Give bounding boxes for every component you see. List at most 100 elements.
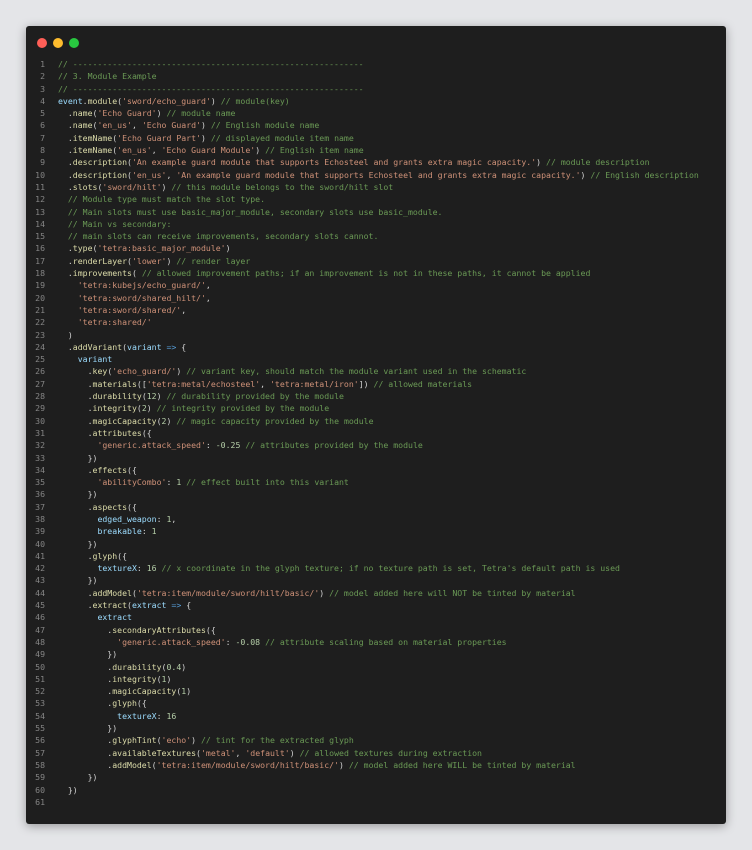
- line-text: event.module('sword/echo_guard') // modu…: [58, 95, 290, 106]
- line-number: 19: [35, 280, 45, 291]
- code-editor[interactable]: 1 // ------------------------------------…: [26, 58, 726, 808]
- line-number: 34: [35, 464, 45, 475]
- code-line: 11 .slots('sword/hilt') // this module b…: [26, 181, 726, 193]
- code-line: 2 // 3. Module Example: [26, 70, 726, 82]
- code-line: 41 .glyph({: [26, 550, 726, 562]
- line-number: 49: [35, 649, 45, 660]
- code-line: 60 }): [26, 784, 726, 796]
- line-number: 31: [35, 427, 45, 438]
- line-number: 20: [35, 292, 45, 303]
- line-number: 38: [35, 513, 45, 524]
- line-text: }): [58, 575, 98, 586]
- code-line: 35 'abilityCombo': 1 // effect built int…: [26, 476, 726, 488]
- line-number: 12: [35, 194, 45, 205]
- line-text: .addModel('tetra:item/module/sword/hilt/…: [58, 587, 576, 598]
- line-text: [58, 796, 726, 808]
- line-text: edged_weapon: 1,: [97, 513, 177, 524]
- line-text: }): [58, 538, 98, 549]
- line-number: 57: [35, 747, 45, 758]
- line-text: }): [58, 772, 98, 783]
- line-text: .itemName('Echo Guard Part') // displaye…: [58, 132, 354, 143]
- code-line: 34 .effects({: [26, 464, 726, 476]
- line-text: extract: [97, 612, 132, 623]
- line-number: 55: [35, 723, 45, 734]
- line-text: .integrity(1): [58, 673, 172, 684]
- code-line: 45 .extract(extract => {: [26, 599, 726, 611]
- code-line: 53 .glyph({: [26, 697, 726, 709]
- close-button[interactable]: [37, 38, 47, 48]
- code-line: 46 extract: [26, 611, 726, 623]
- line-text: .materials(['tetra:metal/echosteel', 'te…: [58, 378, 473, 389]
- code-line: 12 // Module type must match the slot ty…: [26, 193, 726, 205]
- line-text: .attributes({: [58, 427, 152, 438]
- code-line: 43 }): [26, 574, 726, 586]
- line-text: .name('Echo Guard') // module name: [58, 108, 236, 119]
- line-text: .effects({: [58, 464, 137, 475]
- code-line: 1 // ------------------------------------…: [26, 58, 726, 70]
- code-line: 6 .name('en_us', 'Echo Guard') // Englis…: [26, 119, 726, 131]
- code-line: 61: [26, 796, 726, 808]
- line-text: .aspects({: [58, 501, 137, 512]
- code-line: 17 .renderLayer('lower') // render layer: [26, 255, 726, 267]
- code-line: 33 }): [26, 452, 726, 464]
- line-number: 51: [35, 673, 45, 684]
- line-number: 42: [35, 563, 45, 574]
- line-number: 10: [35, 169, 45, 180]
- line-number: 53: [35, 698, 45, 709]
- window-titlebar: [26, 26, 726, 58]
- code-line: 19 'tetra:kubejs/echo_guard/',: [26, 279, 726, 291]
- line-number: 1: [40, 59, 45, 69]
- code-line: 56 .glyphTint('echo') // tint for the ex…: [26, 734, 726, 746]
- code-line: 18 .improvements( // allowed improvement…: [26, 267, 726, 279]
- line-text: 'tetra:sword/shared_hilt/',: [77, 292, 211, 303]
- code-line: 37 .aspects({: [26, 501, 726, 513]
- code-line: 10 .description('en_us', 'An example gua…: [26, 169, 726, 181]
- line-text: }): [58, 784, 78, 795]
- code-line: 21 'tetra:sword/shared/',: [26, 304, 726, 316]
- line-number: 47: [35, 624, 45, 635]
- maximize-button[interactable]: [69, 38, 79, 48]
- code-line: 38 edged_weapon: 1,: [26, 513, 726, 525]
- line-text: .itemName('en_us', 'Echo Guard Module') …: [58, 145, 364, 156]
- line-number: 58: [35, 759, 45, 770]
- code-line: 27 .materials(['tetra:metal/echosteel', …: [26, 378, 726, 390]
- line-number: 60: [35, 784, 45, 795]
- line-text: .addVariant(variant => {: [58, 341, 187, 352]
- code-line: 54 textureX: 16: [26, 710, 726, 722]
- line-text: ): [58, 329, 73, 340]
- line-text: .glyphTint('echo') // tint for the extra…: [58, 735, 354, 746]
- line-number: 41: [35, 550, 45, 561]
- line-text: .name('en_us', 'Echo Guard') // English …: [58, 120, 320, 131]
- code-window: 1 // ------------------------------------…: [26, 26, 726, 824]
- code-line: 36 }): [26, 488, 726, 500]
- code-line: 26 .key('echo_guard/') // variant key, s…: [26, 365, 726, 377]
- line-text: }): [58, 649, 118, 660]
- line-number: 59: [35, 772, 45, 783]
- code-line: 7 .itemName('Echo Guard Part') // displa…: [26, 132, 726, 144]
- line-text: 'tetra:shared/': [77, 317, 152, 328]
- line-text: .slots('sword/hilt') // this module belo…: [58, 181, 394, 192]
- line-text: // -------------------------------------…: [58, 83, 364, 94]
- line-number: 52: [35, 686, 45, 697]
- line-text: // Main slots must use basic_major_modul…: [58, 206, 443, 217]
- code-line: 58 .addModel('tetra:item/module/sword/hi…: [26, 759, 726, 771]
- code-line: 57 .availableTextures('metal', 'default'…: [26, 747, 726, 759]
- line-number: 15: [35, 231, 45, 242]
- code-line: 29 .integrity(2) // integrity provided b…: [26, 402, 726, 414]
- code-line: 40 }): [26, 538, 726, 550]
- code-line: 55 }): [26, 722, 726, 734]
- line-text: .glyph({: [58, 698, 147, 709]
- line-number: 26: [35, 366, 45, 377]
- minimize-button[interactable]: [53, 38, 63, 48]
- code-line: 39 breakable: 1: [26, 525, 726, 537]
- code-line: 48 'generic.attack_speed': -0.08 // attr…: [26, 636, 726, 648]
- line-text: .description('An example guard module th…: [58, 157, 650, 168]
- line-number: 14: [35, 218, 45, 229]
- code-line: 3 // ------------------------------------…: [26, 83, 726, 95]
- code-line: 42 textureX: 16 // x coordinate in the g…: [26, 562, 726, 574]
- line-number: 21: [35, 304, 45, 315]
- line-number: 18: [35, 268, 45, 279]
- code-line: 15 // main slots can receive improvement…: [26, 230, 726, 242]
- line-text: .magicCapacity(2) // magic capacity prov…: [58, 415, 374, 426]
- line-text: .integrity(2) // integrity provided by t…: [58, 403, 330, 414]
